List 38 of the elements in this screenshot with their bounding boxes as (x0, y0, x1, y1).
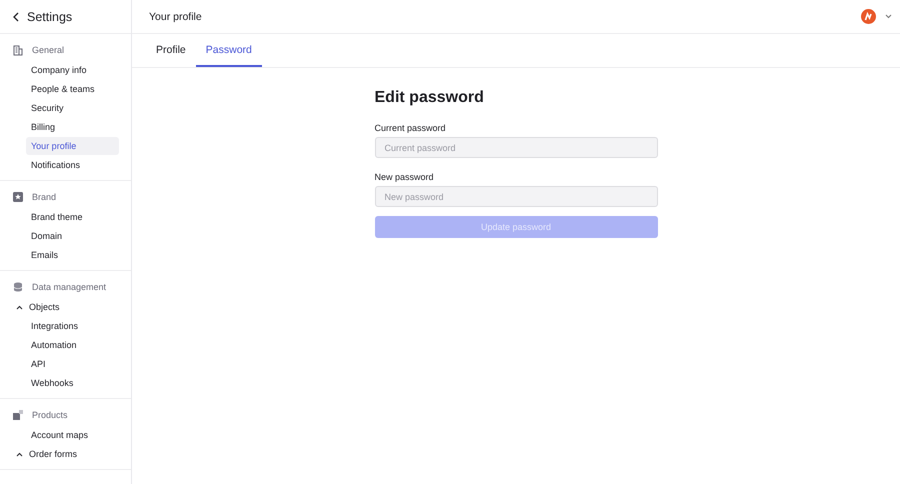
back-icon[interactable] (12, 12, 19, 22)
database-icon (13, 282, 23, 292)
section-heading: Products (32, 410, 68, 420)
star-icon (13, 192, 23, 202)
section-heading: Brand (32, 192, 56, 202)
sidebar-item[interactable]: Integrations (26, 317, 119, 335)
group-label: Order forms (29, 449, 78, 459)
group-label: Objects (29, 302, 60, 312)
sidebar-item[interactable]: People & teams (26, 80, 119, 98)
sidebar-item[interactable]: Billing (26, 118, 119, 136)
tab[interactable]: Profile (146, 44, 196, 67)
sidebar-item[interactable]: Automation (26, 336, 119, 354)
sidebar-item[interactable]: Account maps (26, 426, 119, 444)
sidebar-item[interactable]: Notifications (26, 156, 119, 174)
field-label: Current password (374, 123, 447, 133)
password-field[interactable]: Current password (374, 137, 658, 158)
chevron-down-icon[interactable] (885, 14, 892, 19)
password-field[interactable]: New password (374, 186, 658, 207)
sidebar-item[interactable]: Webhooks (26, 374, 119, 392)
sidebar-item[interactable]: Domain (26, 227, 119, 245)
sidebar-group[interactable]: Order forms (0, 445, 131, 463)
box-icon (13, 410, 23, 420)
tab[interactable]: Password (196, 44, 262, 67)
field-label: New password (374, 172, 435, 182)
sidebar-group[interactable]: Objects (0, 298, 131, 316)
sidebar-item[interactable]: Security (26, 99, 119, 117)
sidebar-item[interactable]: Company info (26, 61, 119, 79)
section-heading: General (32, 45, 64, 55)
settings-title: Settings (27, 10, 72, 24)
page-title: Your profile (149, 10, 202, 22)
avatar-icon[interactable] (861, 9, 876, 24)
sidebar-item[interactable]: API (26, 355, 119, 373)
sidebar-item[interactable]: Your profile (26, 137, 119, 155)
sidebar-item[interactable]: Brand theme (26, 208, 119, 226)
section-heading: Data management (32, 282, 106, 292)
form-heading: Edit password (374, 89, 485, 107)
building-icon (13, 44, 23, 56)
sidebar-item[interactable]: Emails (26, 246, 119, 264)
